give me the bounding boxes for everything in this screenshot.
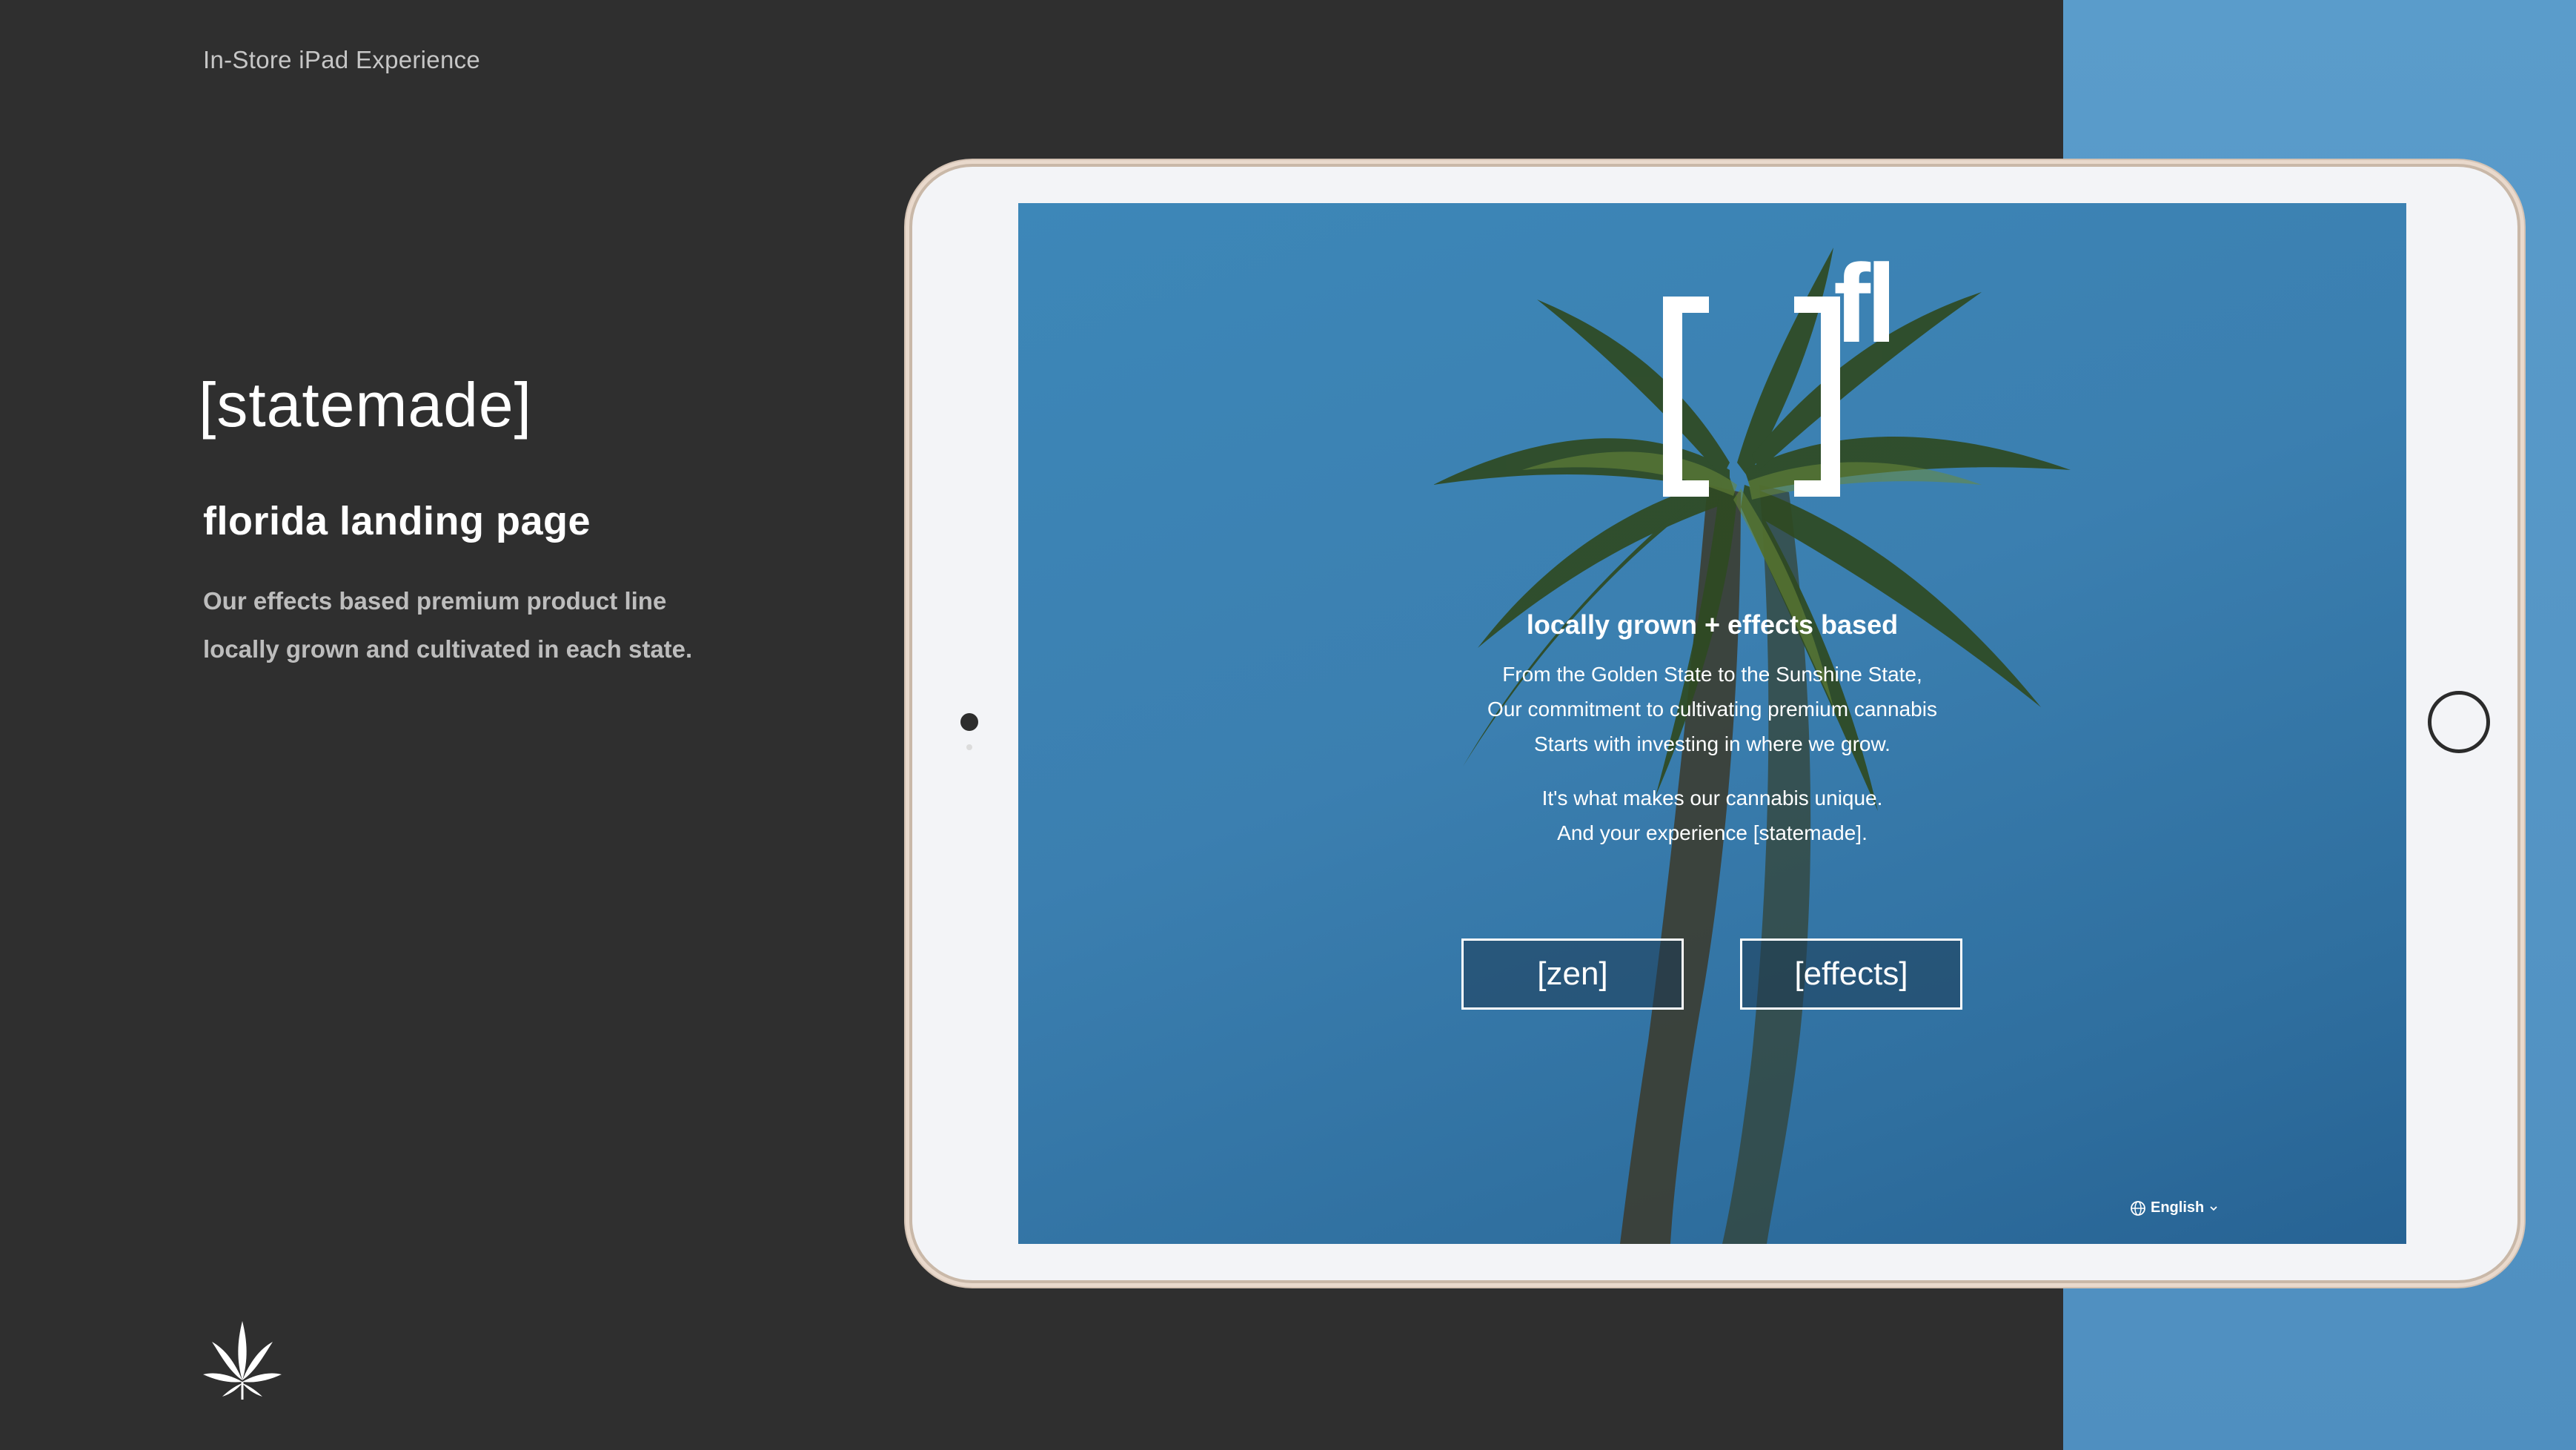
- ipad-device: fl locally grown + effects based From th…: [906, 160, 2524, 1287]
- state-abbreviation: fl: [1833, 241, 1897, 365]
- front-camera: [960, 713, 978, 731]
- brand-wordmark: [statemade]: [199, 370, 532, 440]
- intro-line: Our commitment to cultivating premium ca…: [1487, 698, 1937, 721]
- zen-button[interactable]: [zen]: [1461, 938, 1684, 1010]
- language-selector[interactable]: English: [2130, 1199, 2219, 1216]
- language-label: English: [2151, 1199, 2205, 1216]
- chevron-down-icon: [2210, 1205, 2217, 1211]
- description-line: Our effects based premium product line: [203, 587, 667, 615]
- intro-line: From the Golden State to the Sunshine St…: [1502, 663, 1922, 686]
- description-line: locally grown and cultivated in each sta…: [203, 635, 693, 663]
- ipad-screen: fl locally grown + effects based From th…: [1018, 203, 2406, 1244]
- effects-button[interactable]: [effects]: [1740, 938, 1962, 1010]
- home-button[interactable]: [2428, 691, 2490, 753]
- intro-line: It's what makes our cannabis unique.: [1541, 787, 1883, 810]
- intro-line: And your experience [statemade].: [1557, 821, 1868, 844]
- globe-icon: [2131, 1200, 2145, 1216]
- description: Our effects based premium product line l…: [203, 577, 766, 673]
- caption: In-Store iPad Experience: [203, 46, 481, 73]
- camera-sensor: [966, 744, 972, 750]
- cannabis-leaf-icon: [203, 1321, 282, 1400]
- intro-line: Starts with investing in where we grow.: [1534, 732, 1890, 755]
- tagline: locally grown + effects based: [1526, 609, 1899, 640]
- page-title: florida landing page: [203, 499, 591, 543]
- intro-text: From the Golden State to the Sunshine St…: [1018, 657, 2406, 850]
